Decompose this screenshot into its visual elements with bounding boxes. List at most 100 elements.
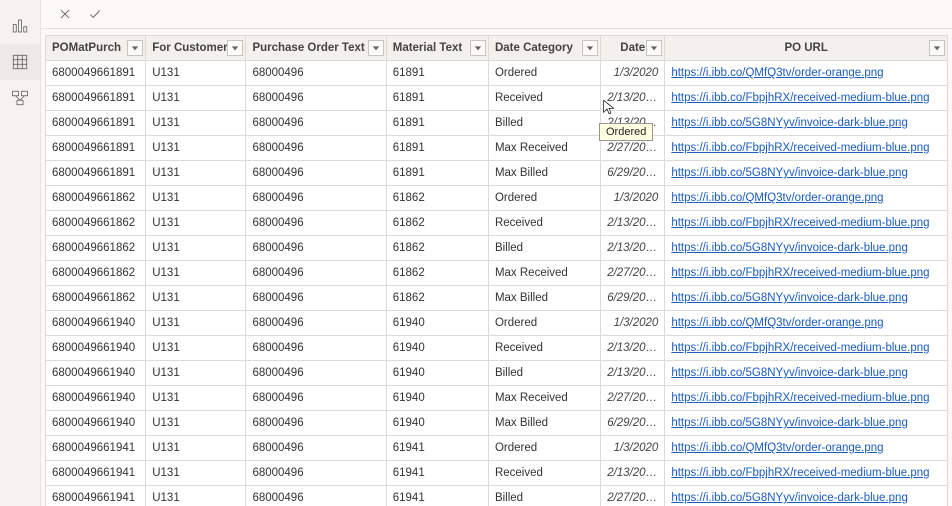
cell[interactable]: 1/3/2020 [601,186,665,211]
cell[interactable]: 61862 [386,286,488,311]
po-url-link[interactable]: https://i.ibb.co/FbpjhRX/received-medium… [671,142,929,154]
cell[interactable]: 2/27/2020 [601,261,665,286]
cell[interactable]: 61891 [386,61,488,86]
commit-formula-button[interactable] [83,4,107,24]
cell[interactable]: https://i.ibb.co/FbpjhRX/received-medium… [665,136,948,161]
cell[interactable]: 6800049661862 [46,261,146,286]
po-url-link[interactable]: https://i.ibb.co/QMfQ3tv/order-orange.pn… [671,442,883,454]
cell[interactable]: 2/27/2020 [601,486,665,506]
col-header-pomatpurch[interactable]: POMatPurch [46,36,146,61]
cell[interactable]: Received [488,461,600,486]
col-header-forcustomer[interactable]: For Customer [146,36,246,61]
cell[interactable]: 61862 [386,261,488,286]
cell[interactable]: 68000496 [246,111,386,136]
po-url-link[interactable]: https://i.ibb.co/FbpjhRX/received-medium… [671,217,929,229]
po-url-link[interactable]: https://i.ibb.co/5G8NYyv/invoice-dark-bl… [671,367,908,379]
table-row[interactable]: 6800049661940U1316800049661940Ordered1/3… [46,311,948,336]
cell[interactable]: 6800049661891 [46,161,146,186]
cell[interactable]: https://i.ibb.co/QMfQ3tv/order-orange.pn… [665,61,948,86]
cell[interactable]: U131 [146,136,246,161]
cell[interactable]: https://i.ibb.co/QMfQ3tv/order-orange.pn… [665,311,948,336]
cell[interactable]: 6800049661940 [46,311,146,336]
cell[interactable]: 2/27/2020 [601,386,665,411]
cell[interactable]: U131 [146,111,246,136]
po-url-link[interactable]: https://i.ibb.co/FbpjhRX/received-medium… [671,342,929,354]
cell[interactable]: U131 [146,336,246,361]
filter-icon[interactable] [227,40,243,56]
cell[interactable]: 61940 [386,361,488,386]
cell[interactable]: 68000496 [246,161,386,186]
cell[interactable]: 6800049661891 [46,111,146,136]
cell[interactable]: 61862 [386,211,488,236]
po-url-link[interactable]: https://i.ibb.co/5G8NYyv/invoice-dark-bl… [671,417,908,429]
cell[interactable]: 2/13/2020 [601,361,665,386]
po-url-link[interactable]: https://i.ibb.co/5G8NYyv/invoice-dark-bl… [671,242,908,254]
cell[interactable]: 6800049661862 [46,186,146,211]
cell[interactable]: 2/13/2020 [601,86,665,111]
table-row[interactable]: 6800049661862U1316800049661862Max Receiv… [46,261,948,286]
cell[interactable]: U131 [146,486,246,506]
cell[interactable]: 68000496 [246,136,386,161]
cell[interactable]: U131 [146,461,246,486]
table-row[interactable]: 6800049661941U1316800049661941Ordered1/3… [46,436,948,461]
cell[interactable]: https://i.ibb.co/QMfQ3tv/order-orange.pn… [665,436,948,461]
table-row[interactable]: 6800049661940U1316800049661940Billed2/13… [46,361,948,386]
cell[interactable]: 6800049661940 [46,336,146,361]
cell[interactable]: Max Billed [488,286,600,311]
cell[interactable]: 68000496 [246,461,386,486]
po-url-link[interactable]: https://i.ibb.co/QMfQ3tv/order-orange.pn… [671,317,883,329]
cell[interactable]: 61940 [386,311,488,336]
model-view-button[interactable] [0,80,40,116]
cell[interactable]: Ordered [488,436,600,461]
cell[interactable]: https://i.ibb.co/FbpjhRX/received-medium… [665,336,948,361]
cell[interactable]: 1/3/2020 [601,311,665,336]
cell[interactable]: 68000496 [246,386,386,411]
cell[interactable]: 68000496 [246,361,386,386]
cell[interactable]: 6800049661862 [46,286,146,311]
formula-input[interactable] [113,6,940,22]
cell[interactable]: 68000496 [246,261,386,286]
filter-icon[interactable] [582,40,598,56]
table-row[interactable]: 6800049661891U1316800049661891Ordered1/3… [46,61,948,86]
cell[interactable]: 68000496 [246,211,386,236]
col-header-datecategory[interactable]: Date Category [488,36,600,61]
cell[interactable]: https://i.ibb.co/5G8NYyv/invoice-dark-bl… [665,111,948,136]
table-row[interactable]: 6800049661941U1316800049661941Billed2/27… [46,486,948,506]
cell[interactable]: 2/13/2020 [601,236,665,261]
cell[interactable]: 61891 [386,136,488,161]
cell[interactable]: https://i.ibb.co/FbpjhRX/received-medium… [665,211,948,236]
cell[interactable]: https://i.ibb.co/FbpjhRX/received-medium… [665,461,948,486]
cell[interactable]: https://i.ibb.co/5G8NYyv/invoice-dark-bl… [665,286,948,311]
po-url-link[interactable]: https://i.ibb.co/5G8NYyv/invoice-dark-bl… [671,167,908,179]
col-header-materialtext[interactable]: Material Text [386,36,488,61]
table-row[interactable]: 6800049661891U1316800049661891Received2/… [46,86,948,111]
cell[interactable]: 6800049661940 [46,386,146,411]
cell[interactable]: 68000496 [246,436,386,461]
cell[interactable]: Billed [488,361,600,386]
cell[interactable]: 6800049661891 [46,86,146,111]
po-url-link[interactable]: https://i.ibb.co/QMfQ3tv/order-orange.pn… [671,67,883,79]
cell[interactable]: U131 [146,261,246,286]
cell[interactable]: Ordered [488,311,600,336]
cell[interactable]: U131 [146,236,246,261]
cell[interactable]: 2/27/2020 [601,136,665,161]
table-row[interactable]: 6800049661940U1316800049661940Max Billed… [46,411,948,436]
cell[interactable]: 1/3/2020 [601,61,665,86]
table-row[interactable]: 6800049661891U1316800049661891Max Receiv… [46,136,948,161]
table-row[interactable]: 6800049661862U1316800049661862Received2/… [46,211,948,236]
report-view-button[interactable] [0,8,40,44]
cell[interactable]: https://i.ibb.co/QMfQ3tv/order-orange.pn… [665,186,948,211]
cell[interactable]: 6/29/2020 [601,411,665,436]
col-header-purchaseordertext[interactable]: Purchase Order Text [246,36,386,61]
cell[interactable]: 6/29/2020 [601,161,665,186]
cell[interactable]: Billed [488,486,600,506]
filter-icon[interactable] [929,40,945,56]
cell[interactable]: https://i.ibb.co/5G8NYyv/invoice-dark-bl… [665,486,948,506]
filter-icon[interactable] [127,40,143,56]
table-row[interactable]: 6800049661862U1316800049661862Max Billed… [46,286,948,311]
po-url-link[interactable]: https://i.ibb.co/5G8NYyv/invoice-dark-bl… [671,292,908,304]
cell[interactable]: 61941 [386,461,488,486]
cell[interactable]: 61891 [386,161,488,186]
cell[interactable]: U131 [146,311,246,336]
cell[interactable]: U131 [146,86,246,111]
